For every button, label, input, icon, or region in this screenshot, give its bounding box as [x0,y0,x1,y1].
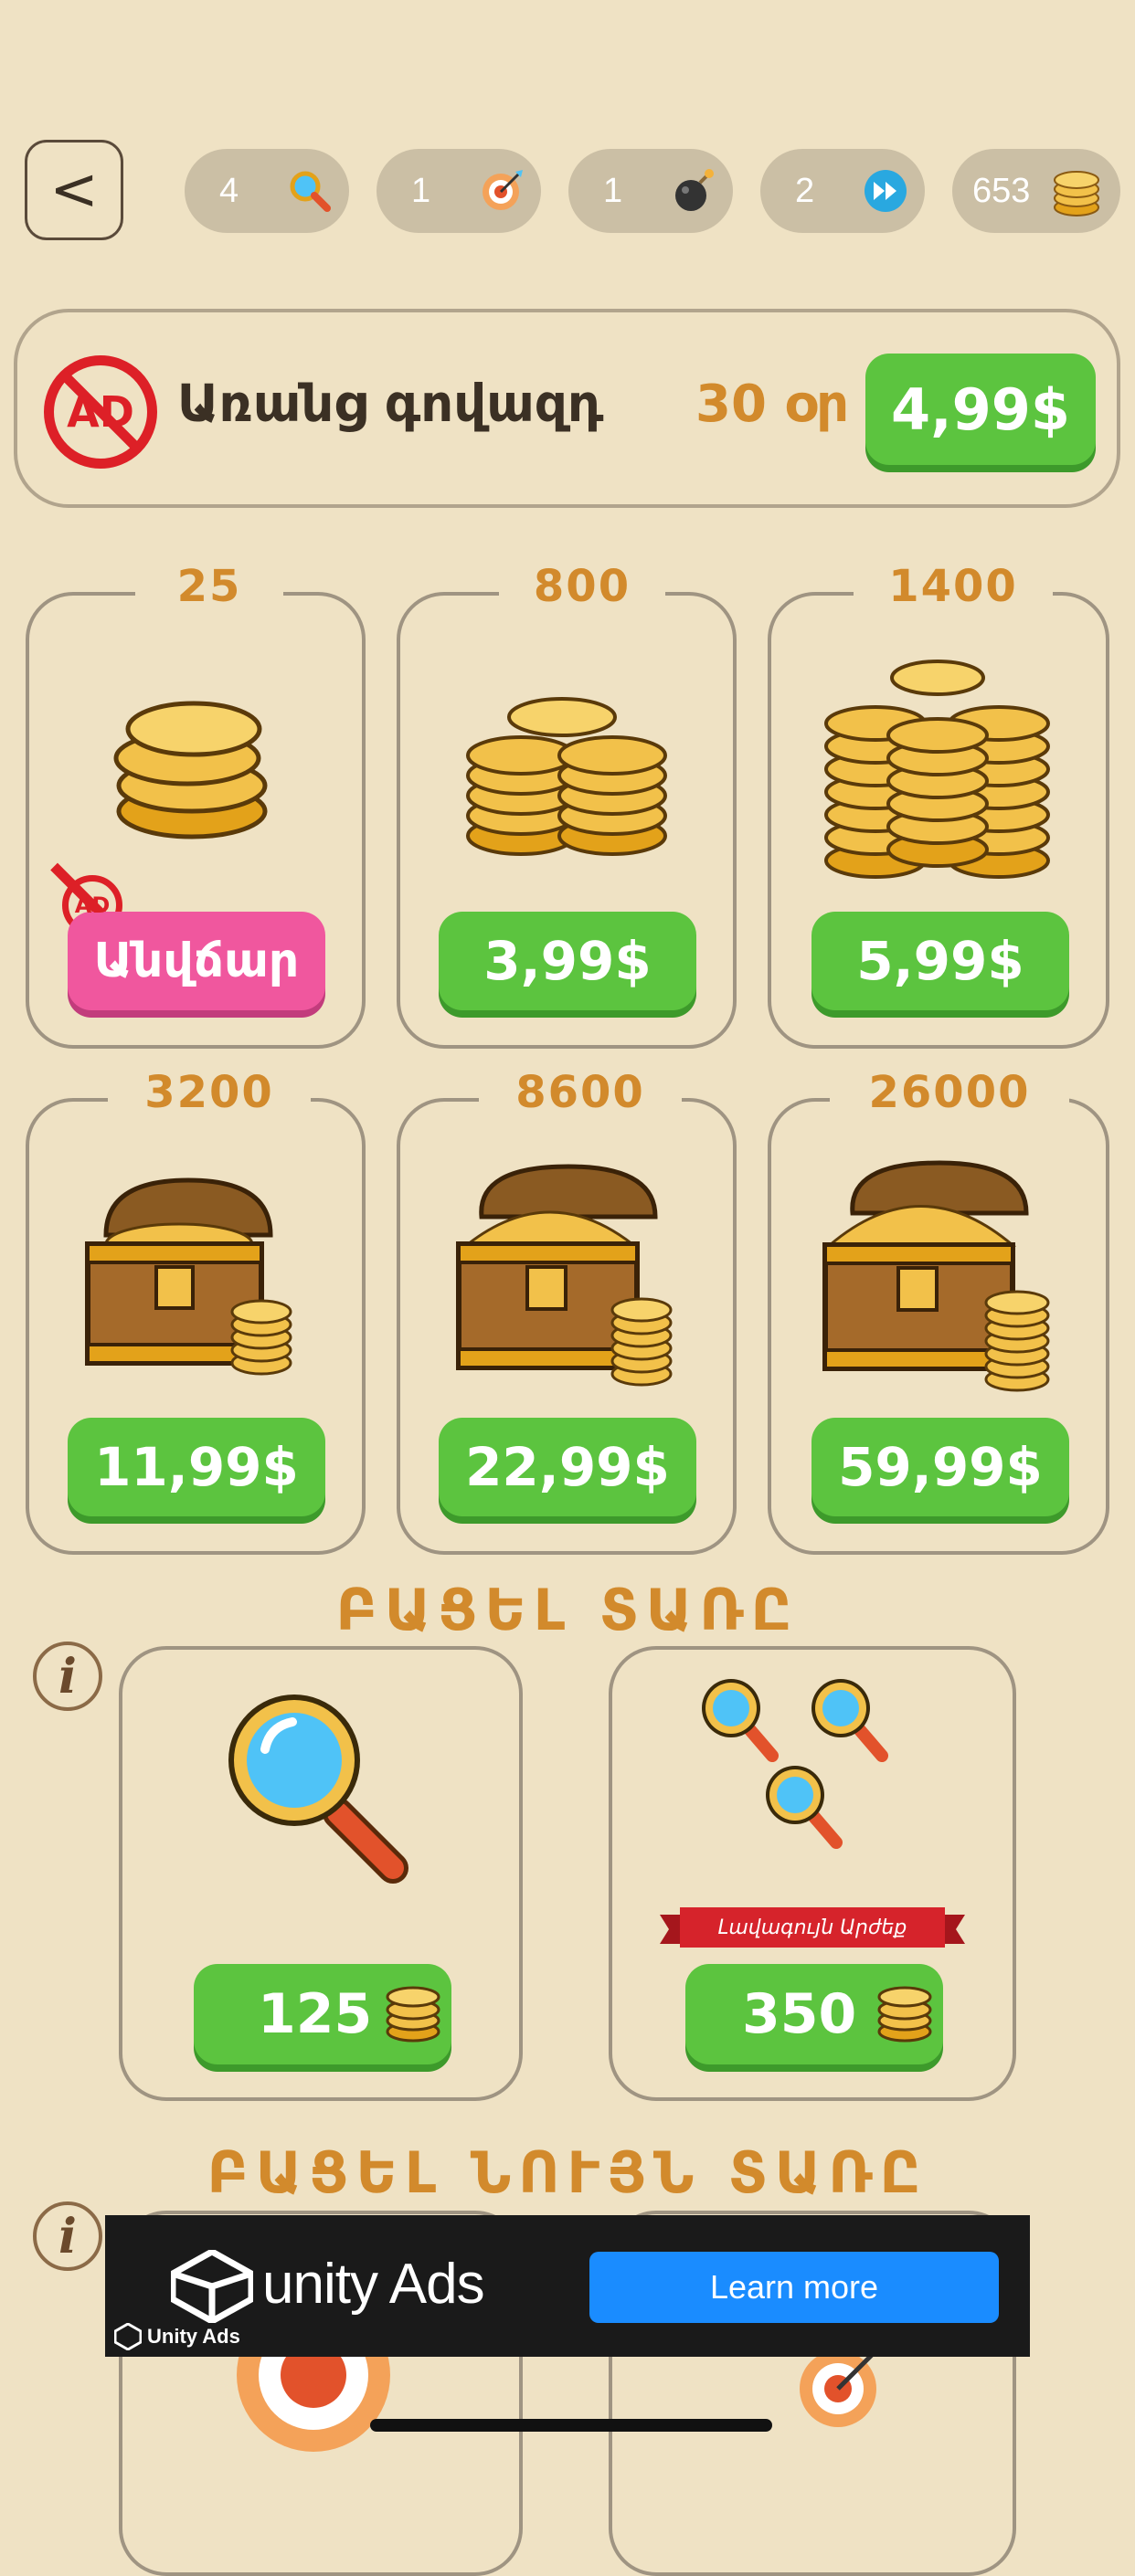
best-value-ribbon: Լավագույն Արժեք [660,1904,965,1955]
unity-logo-icon [169,2247,255,2327]
treasure-chest-icon [79,1171,298,1385]
no-ads-duration: 30 օր [695,375,850,434]
watch-ad-badge-text: AD [74,892,111,918]
coin-pack-amount: 8600 [479,1067,682,1118]
buy-8600-button[interactable]: 22,99$ [439,1418,696,1516]
buy-open-letter-button[interactable]: 125 [194,1964,451,2064]
coin-pack-amount: 25 [135,561,283,612]
bomb-counter[interactable]: 1 [568,149,733,233]
coin-pack-amount: 1400 [854,561,1053,612]
no-ads-buy-button[interactable]: 4,99$ [865,354,1096,465]
buy-1400-button[interactable]: 5,99$ [811,912,1069,1010]
coin-stack-icon [384,1980,442,2058]
no-ads-label: Առանց գովազդ [177,375,604,434]
medium-coin-stack-icon [461,671,672,867]
no-ads-icon: AD [44,355,157,469]
target-icon [236,2298,391,2459]
unity-ads-watermark: Unity Ads [114,2323,240,2350]
coin-pack-amount: 800 [499,561,665,612]
coin-count: 653 [972,171,1031,210]
buy-3200-button[interactable]: 11,99$ [68,1418,325,1516]
unity-small-logo-icon [114,2323,142,2350]
buy-open-three-letters-button[interactable]: 350 [685,1964,943,2064]
three-magnifiers-icon [699,1673,928,1878]
target-icon [479,168,525,214]
small-coin-stack-icon [110,674,274,860]
coin-stack-icon [1049,164,1104,218]
home-indicator[interactable] [370,2419,772,2432]
free-coins-button[interactable]: Անվճար [68,912,325,1010]
open-same-letter-title: ԲԱՑԵԼ ՆՈՒՅՆ ՏԱՌԸ [207,2139,928,2206]
bomb-count: 1 [603,171,623,210]
ad-banner[interactable]: unity Ads Learn more Unity Ads [105,2215,1030,2357]
target-count: 1 [411,171,431,210]
back-button[interactable]: < [25,140,123,240]
hint-counter[interactable]: 4 [185,149,349,233]
magnifier-icon [287,168,333,214]
skip-count: 2 [795,171,815,210]
info-icon[interactable]: i [33,2201,102,2271]
hint-count: 4 [219,171,239,210]
no-ads-badge-text: AD [67,387,134,437]
coin-pack-amount: 3200 [108,1067,311,1118]
open-letter-title: ԲԱՑԵԼ ՏԱՌԸ [335,1577,800,1643]
open-letter-price: 125 [258,1982,373,2046]
open-three-letters-price: 350 [742,1982,857,2046]
coin-counter[interactable]: 653 [952,149,1120,233]
target-counter[interactable]: 1 [377,149,541,233]
treasure-chest-icon [821,1158,1058,1399]
unity-ads-brand: unity Ads [262,2253,485,2316]
coin-stack-icon [875,1980,934,2058]
unity-ads-small-label: Unity Ads [147,2325,240,2348]
buy-800-button[interactable]: 3,99$ [439,912,696,1010]
magnifier-icon [219,1685,411,1890]
info-icon[interactable]: i [33,1642,102,1711]
coin-pack-amount: 26000 [830,1067,1069,1118]
treasure-chest-icon [450,1162,678,1394]
buy-26000-button[interactable]: 59,99$ [811,1418,1069,1516]
learn-more-button[interactable]: Learn more [589,2252,999,2323]
fast-forward-icon [863,168,908,214]
skip-counter[interactable]: 2 [760,149,925,233]
bomb-icon [671,168,716,214]
no-ads-offer[interactable]: AD Առանց գովազդ 30 օր 4,99$ [14,309,1120,508]
large-coin-stack-icon [821,650,1058,892]
best-value-label: Լավագույն Արժեք [717,1916,907,1939]
